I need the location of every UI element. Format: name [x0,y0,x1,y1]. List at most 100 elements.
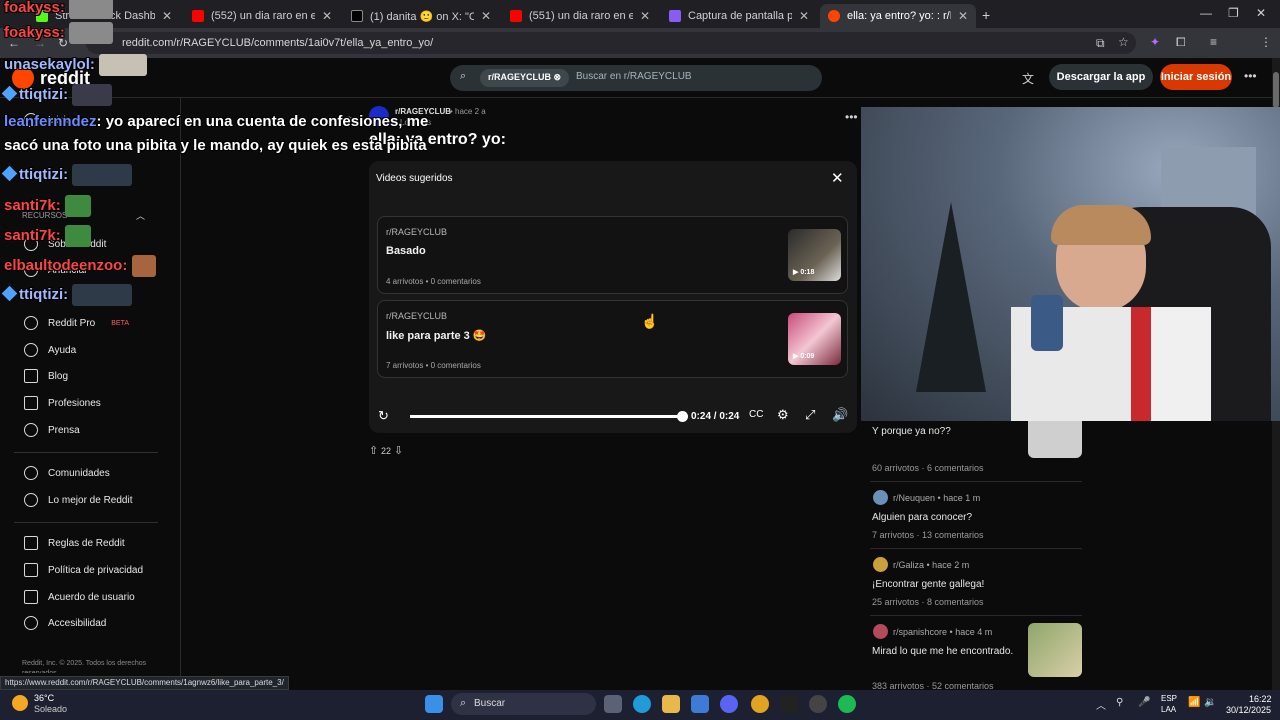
downvote-icon[interactable]: ⇩ [394,444,403,457]
close-tab-icon[interactable]: ✕ [481,9,491,23]
install-icon[interactable]: ⧉ [1096,36,1105,51]
privacy-icon [24,563,38,577]
menu-icon[interactable]: ⋮ [1260,35,1272,49]
close-tab-icon[interactable]: ✕ [958,9,968,23]
related-meta: 383 arrivotos · 52 comentarios [872,681,994,690]
clock-date[interactable]: 30/12/2025 [1226,705,1271,715]
sidebar-item-prensa[interactable]: Prensa [24,423,80,437]
close-icon[interactable]: ✕ [831,169,844,187]
chip-close-icon[interactable]: ⊗ [554,72,562,82]
minimize-icon[interactable]: — [1200,6,1212,20]
divider [14,452,158,453]
x-icon [351,10,363,22]
upvote-icon[interactable]: ⇧ [369,444,378,457]
scrollbar-thumb[interactable] [1273,72,1279,108]
chat-message: foakyss: [4,0,114,19]
tab-reddit[interactable]: ella: ya entro? yo: : r/RAGEYCLU✕ [820,4,976,28]
video-thumbnail[interactable]: ▶ 0:09 [788,313,841,365]
suggested-video-card[interactable]: r/RAGEYCLUB Basado 4 arrivotos • 0 comen… [377,216,848,294]
sidebar-item-mejor[interactable]: Lo mejor de Reddit [24,493,133,507]
related-thumbnail[interactable] [1028,623,1082,677]
obs-icon[interactable] [809,695,827,713]
fullscreen-icon[interactable]: ⤢ [805,407,815,423]
spotify-icon[interactable] [838,695,856,713]
subreddit-avatar[interactable] [873,624,888,639]
suggested-video-card[interactable]: r/RAGEYCLUB like para parte 3 🤩 7 arrivo… [377,300,848,378]
post-menu-icon[interactable]: ••• [845,110,858,124]
sidebar-item-comunidades[interactable]: Comunidades [24,466,110,480]
wifi-icon[interactable]: 📶 [1188,697,1200,708]
suggested-videos-modal [369,161,857,433]
tab-lightshot[interactable]: Captura de pantalla por Lightsh✕ [661,4,817,28]
accessibility-icon [24,616,38,630]
related-title[interactable]: ¡Encontrar gente gallega! [872,579,984,590]
tab-youtube-2[interactable]: (551) un dia raro en el chat - Yo✕ [502,4,658,28]
screen: { "browser": { "tabs": [ {"title": "Stre… [0,0,1280,720]
capcut-icon[interactable] [780,695,798,713]
close-tab-icon[interactable]: ✕ [322,9,332,23]
tray-chevron-icon[interactable]: ︿ [1096,697,1106,712]
puzzle-icon[interactable]: ⧠ [1176,35,1186,50]
microphone-icon[interactable]: 🎤 [1138,697,1150,708]
discord-icon[interactable] [720,695,738,713]
sidebar-item-blog[interactable]: Blog [24,369,68,383]
more-options-icon[interactable]: ••• [1244,69,1257,83]
sidebar-item-privacidad[interactable]: Política de privacidad [24,563,143,577]
related-title[interactable]: Y porque ya no?? [872,426,951,437]
file-explorer-icon[interactable] [662,695,680,713]
subreddit-avatar[interactable] [873,557,888,572]
url-field[interactable]: reddit.com/r/RAGEYCLUB/comments/1ai0v7t/… [86,32,1136,54]
sidebar-item-acuerdo[interactable]: Acuerdo de usuario [24,590,135,604]
related-subreddit[interactable]: r/Neuquen • hace 1 m [893,493,980,503]
sidebar-item-reglas[interactable]: Reglas de Reddit [24,536,125,550]
person-hair [1051,205,1151,245]
replay-icon[interactable]: ↻ [378,408,389,424]
store-icon[interactable] [691,695,709,713]
tab-youtube-1[interactable]: (552) un dia raro en el chat - Yo✕ [184,4,340,28]
captions-icon[interactable]: CC [749,409,763,420]
settings-gear-icon[interactable]: ⚙ [777,407,789,423]
download-app-button[interactable]: Descargar la app [1049,64,1153,90]
keyboard-layout[interactable]: ESP [1161,694,1177,703]
keyboard-region[interactable]: LAA [1161,705,1176,714]
related-subreddit[interactable]: r/spanishcore • hace 4 m [893,627,992,637]
volume-icon[interactable]: 🔊 [832,407,848,423]
sidebar-item-pro[interactable]: Reddit Pro BETA [24,316,129,330]
task-view-icon[interactable] [604,695,622,713]
taskbar-search-label: Buscar [474,698,506,709]
windows-start-icon[interactable] [425,695,443,713]
translate-icon[interactable]: 文 [1022,70,1034,87]
chrome-icon[interactable] [751,695,769,713]
subreddit-avatar[interactable] [873,490,888,505]
mouse-cursor-icon: ☝ [641,313,659,329]
related-subreddit[interactable]: r/Galiza • hace 2 m [893,560,969,570]
close-tab-icon[interactable]: ✕ [799,9,809,23]
sidebar-item-ayuda[interactable]: Ayuda [24,343,76,357]
close-window-icon[interactable]: ✕ [1256,6,1266,20]
sidebar-item-accesibilidad[interactable]: Accesibilidad [24,616,106,630]
related-thumbnail[interactable] [1028,421,1082,458]
agreement-icon [24,590,38,604]
login-button[interactable]: Iniciar sesión [1160,64,1232,90]
clock-time[interactable]: 16:22 [1249,694,1272,704]
chat-message: ttiqtizi: [1,84,113,106]
close-tab-icon[interactable]: ✕ [640,9,650,23]
new-tab-icon[interactable]: + [982,7,990,23]
related-title[interactable]: Alguien para conocer? [872,512,972,523]
volume-tray-icon[interactable]: 🔉 [1204,697,1216,708]
bookmark-star-icon[interactable]: ☆ [1118,35,1129,49]
sidebar-item-profesiones[interactable]: Profesiones [24,396,101,410]
rules-icon [24,536,38,550]
video-thumbnail[interactable]: ▶ 0:18 [788,229,841,281]
weather-icon[interactable] [12,695,28,711]
network-icon[interactable]: ⚲ [1116,697,1123,708]
reading-list-icon[interactable]: ≡ [1210,35,1217,49]
maximize-icon[interactable]: ❐ [1228,6,1239,20]
extension-icon[interactable]: ✦ [1150,35,1160,49]
tab-x[interactable]: (1) danita 🙂 on X: "Chamuyan✕ [343,4,499,28]
taskbar-search[interactable] [451,693,596,715]
subreddit-chip[interactable]: r/RAGEYCLUB ⊗ [480,69,570,87]
progress-handle[interactable] [677,411,688,422]
edge-icon[interactable] [633,695,651,713]
related-title[interactable]: Mirad lo que me he encontrado. [872,646,1013,657]
